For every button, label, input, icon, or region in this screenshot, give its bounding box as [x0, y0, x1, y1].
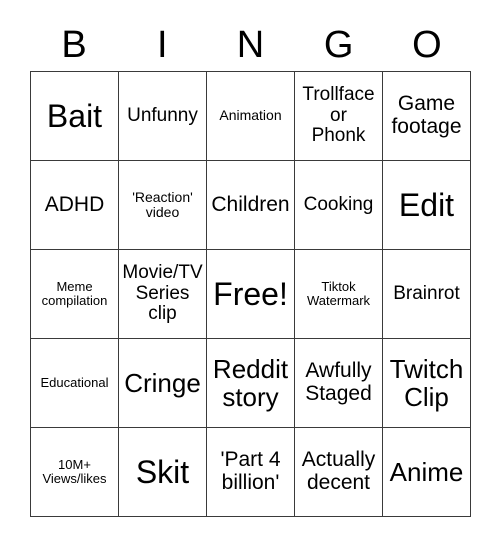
bingo-cell-label: Cringe [124, 367, 201, 398]
bingo-cell-r1c5[interactable]: Game footage [383, 72, 471, 161]
bingo-card: B I N G O Bait Unfunny Animation Trollfa… [0, 0, 500, 544]
bingo-cell-r4c1[interactable]: Educational [31, 339, 119, 428]
bingo-header: B I N G O [30, 20, 471, 70]
bingo-header-letter-i: I [157, 24, 168, 66]
bingo-cell-r1c2[interactable]: Unfunny [119, 72, 207, 161]
bingo-cell-r1c4[interactable]: Trollface or Phonk [295, 72, 383, 161]
bingo-cell-label: Reddit story [212, 353, 289, 412]
bingo-cell-r4c3[interactable]: Reddit story [207, 339, 295, 428]
bingo-cell-label: Cooking [303, 193, 374, 215]
bingo-cell-label: 'Reaction' video [132, 188, 193, 220]
bingo-cell-label: Tiktok Watermark [306, 278, 371, 308]
bingo-header-letter-n: N [236, 24, 265, 66]
bingo-cell-r5c1[interactable]: 10M+ Views/likes [31, 428, 119, 517]
bingo-cell-label: Edit [398, 186, 455, 223]
bingo-header-letter-o: O [412, 24, 442, 66]
bingo-cell-r1c1[interactable]: Bait [31, 72, 119, 161]
bingo-cell-label: Trollface or Phonk [302, 84, 375, 147]
bingo-cell-label: Twitch Clip [389, 353, 464, 412]
bingo-cell-r3c5[interactable]: Brainrot [383, 250, 471, 339]
bingo-cell-r3c1[interactable]: Meme compilation [31, 250, 119, 339]
bingo-cell-label: Brainrot [393, 282, 460, 304]
bingo-cell-r2c1[interactable]: ADHD [31, 161, 119, 250]
bingo-cell-label: Game footage [391, 92, 462, 138]
bingo-cell-r4c5[interactable]: Twitch Clip [383, 339, 471, 428]
bingo-cell-r3c4[interactable]: Tiktok Watermark [295, 250, 383, 339]
bingo-cell-label: 10M+ Views/likes [42, 456, 107, 486]
bingo-cell-label: Anime [389, 456, 464, 487]
bingo-cell-label: Awfully Staged [305, 359, 372, 405]
bingo-cell-label: 'Part 4 billion' [220, 448, 281, 494]
bingo-cell-r5c2[interactable]: Skit [119, 428, 207, 517]
bingo-cell-label: Actually decent [301, 448, 376, 494]
bingo-cell-label: Meme compilation [41, 278, 108, 308]
bingo-cell-label: Skit [135, 453, 190, 490]
bingo-cell-r2c4[interactable]: Cooking [295, 161, 383, 250]
bingo-cell-r5c3[interactable]: 'Part 4 billion' [207, 428, 295, 517]
bingo-cell-free-space[interactable]: Free! [207, 250, 295, 339]
bingo-cell-r5c4[interactable]: Actually decent [295, 428, 383, 517]
bingo-cell-label: Children [211, 192, 290, 216]
bingo-cell-r3c2[interactable]: Movie/TV Series clip [119, 250, 207, 339]
bingo-cell-label: Unfunny [127, 104, 198, 126]
bingo-cell-r1c3[interactable]: Animation [207, 72, 295, 161]
bingo-grid: Bait Unfunny Animation Trollface or Phon… [30, 71, 471, 517]
bingo-cell-r2c2[interactable]: 'Reaction' video [119, 161, 207, 250]
bingo-cell-label: Educational [40, 374, 109, 390]
bingo-cell-label: Bait [46, 97, 103, 134]
bingo-cell-r5c5[interactable]: Anime [383, 428, 471, 517]
bingo-cell-label: Animation [219, 107, 282, 124]
bingo-cell-r2c3[interactable]: Children [207, 161, 295, 250]
bingo-cell-label: Free! [213, 275, 288, 312]
bingo-header-letter-g: G [323, 24, 354, 66]
bingo-cell-label: Movie/TV Series clip [122, 262, 203, 325]
bingo-cell-r4c2[interactable]: Cringe [119, 339, 207, 428]
bingo-cell-label: ADHD [44, 192, 105, 216]
bingo-header-letter-b: B [61, 24, 87, 66]
bingo-cell-r4c4[interactable]: Awfully Staged [295, 339, 383, 428]
bingo-cell-r2c5[interactable]: Edit [383, 161, 471, 250]
